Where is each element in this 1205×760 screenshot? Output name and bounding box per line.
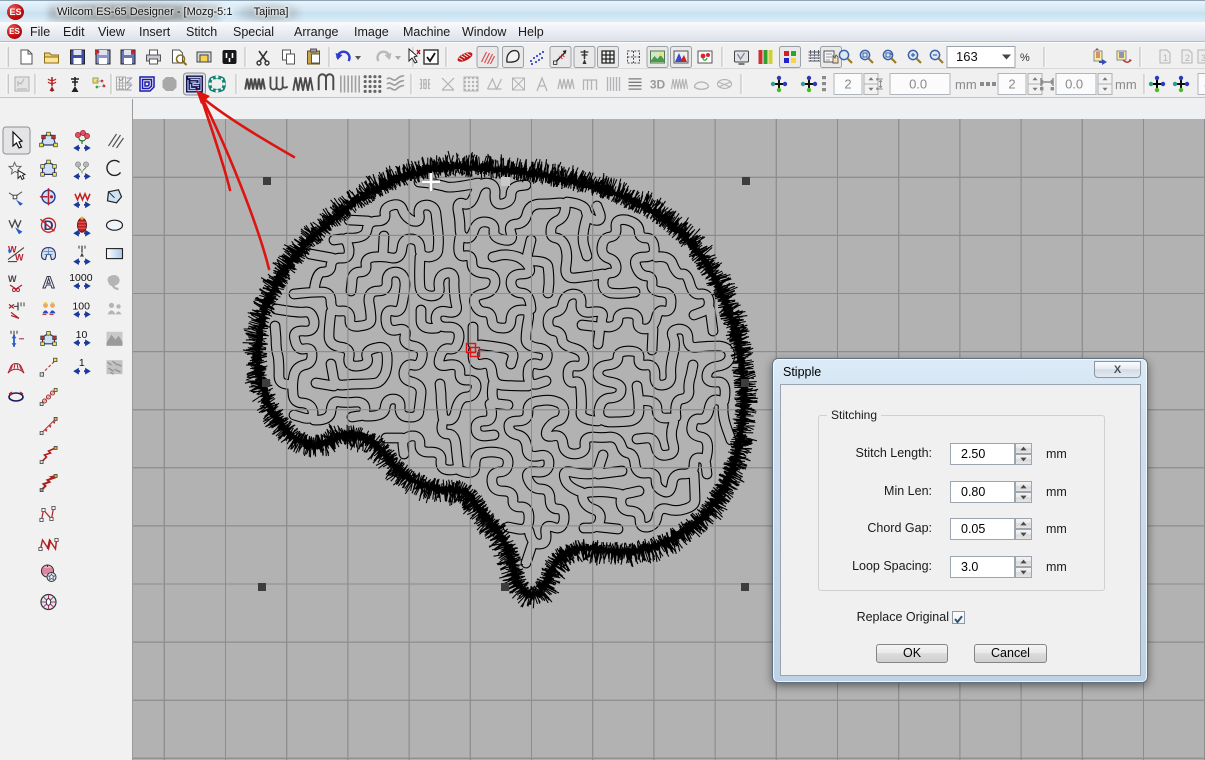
svg-text:A: A <box>43 273 55 292</box>
svg-text:0.0: 0.0 <box>909 77 927 92</box>
svg-text:3: 3 <box>1201 53 1205 63</box>
svg-text:10: 10 <box>76 329 88 341</box>
svg-text:1000: 1000 <box>69 272 93 284</box>
svg-text:100: 100 <box>72 300 90 312</box>
svg-text:W: W <box>8 274 17 284</box>
svg-text:mm: mm <box>955 77 977 92</box>
svg-text:2: 2 <box>844 77 851 92</box>
svg-text:2: 2 <box>1185 53 1190 63</box>
svg-text:0.0: 0.0 <box>1065 77 1083 92</box>
svg-text:2: 2 <box>1008 77 1015 92</box>
svg-text:%: % <box>1020 52 1030 64</box>
svg-text:1: 1 <box>1163 53 1168 63</box>
svg-text:1: 1 <box>79 357 85 369</box>
svg-text:3D: 3D <box>650 77 666 91</box>
svg-text:mm: mm <box>1115 77 1137 92</box>
svg-text:163: 163 <box>956 49 978 64</box>
